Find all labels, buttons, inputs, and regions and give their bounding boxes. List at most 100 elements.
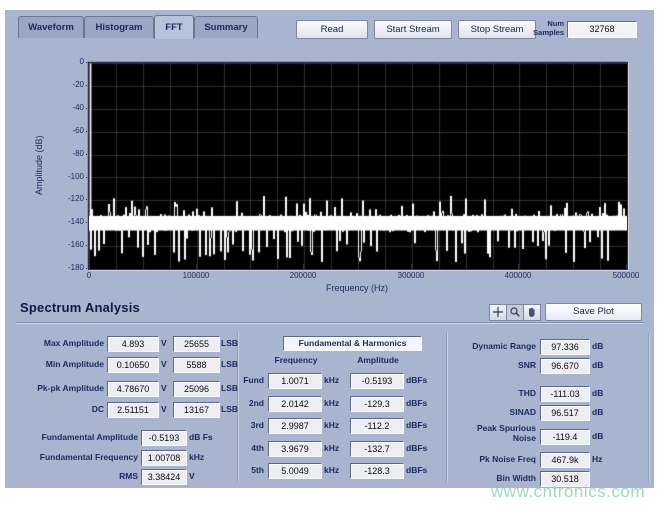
column-divider	[648, 332, 649, 482]
pan-tool-button[interactable]	[523, 304, 541, 321]
harmonic-frequency: 1.0071	[268, 373, 322, 389]
unit-label: LSB	[221, 356, 238, 372]
fundamental-amplitude-value: -0.5193	[141, 430, 187, 446]
save-plot-button[interactable]: Save Plot	[545, 303, 642, 321]
unit-label: LSB	[221, 380, 238, 396]
tab-summary[interactable]: Summary	[194, 16, 258, 38]
y-tick: -160	[56, 240, 84, 249]
unit-label: kHz	[324, 440, 339, 456]
unit-label: LSB	[221, 335, 238, 351]
stat-label: Max Amplitude	[16, 336, 104, 350]
metric-label: THD	[440, 386, 536, 400]
stat-value-volts: 4.78670	[107, 381, 159, 397]
start-stream-button[interactable]: Start Stream	[374, 20, 452, 39]
harmonic-name: 4th	[238, 441, 264, 455]
stat-value-volts: 4.893	[107, 336, 159, 352]
unit-label: V	[161, 356, 167, 372]
section-divider	[16, 322, 644, 323]
harmonic-amplitude: -0.5193	[350, 373, 404, 389]
unit-label: dBFs	[406, 417, 427, 433]
harmonic-amplitude: -132.7	[350, 441, 404, 457]
fft-plot-canvas	[89, 63, 627, 269]
unit-label: dB	[592, 357, 603, 373]
y-tick: 0	[56, 57, 84, 66]
unit-label: kHz	[324, 462, 339, 478]
harmonic-frequency: 5.0049	[268, 463, 322, 479]
metric-value: 97.336	[540, 339, 590, 355]
magnifier-icon	[507, 306, 523, 318]
tab-fft[interactable]: FFT	[154, 15, 194, 39]
x-tick: 0	[59, 271, 119, 280]
stat-label: Pk-pk Amplitude	[16, 381, 104, 395]
fundamental-frequency-label: Fundamental Frequency	[16, 450, 138, 464]
unit-label: dBFs	[406, 372, 427, 388]
unit-label: V	[161, 401, 167, 417]
crosshair-icon	[490, 306, 506, 318]
unit-label: kHz	[189, 449, 204, 465]
unit-label: V	[161, 380, 167, 396]
tab-waveform[interactable]: Waveform	[18, 16, 84, 38]
tab-histogram[interactable]: Histogram	[84, 16, 154, 38]
unit-label: dB	[592, 338, 603, 354]
zoom-tool-button[interactable]	[506, 304, 524, 321]
unit-label: dBFs	[406, 440, 427, 456]
harmonic-name: 3rd	[238, 418, 264, 432]
harmonic-frequency: 2.0142	[268, 396, 322, 412]
stat-value-lsb: 5588	[173, 357, 220, 373]
metric-value: -111.03	[540, 386, 590, 402]
unit-label: Hz	[592, 451, 602, 467]
frequency-column-header: Frequency	[268, 355, 324, 365]
watermark: www.cntronics.com	[491, 482, 645, 502]
fft-plot[interactable]	[88, 62, 628, 270]
rms-value: 3.38424	[141, 469, 187, 485]
harmonic-name: Fund	[238, 373, 264, 387]
x-tick: 400000	[488, 271, 548, 280]
harmonic-amplitude: -128.3	[350, 463, 404, 479]
fundamental-frequency-value: 1.00708	[141, 450, 187, 466]
y-tick: -120	[56, 194, 84, 203]
x-axis-label: Frequency (Hz)	[277, 283, 437, 293]
metric-label: SINAD	[440, 405, 536, 419]
cursor-tool-button[interactable]	[489, 304, 507, 321]
num-samples-input[interactable]: 32768	[567, 21, 637, 38]
unit-label: V	[189, 468, 195, 484]
section-title: Spectrum Analysis	[20, 300, 140, 315]
unit-label: kHz	[324, 417, 339, 433]
stat-value-lsb: 25096	[173, 381, 220, 397]
amplitude-column-header: Amplitude	[350, 355, 406, 365]
harmonic-name: 5th	[238, 463, 264, 477]
x-tick: 100000	[166, 271, 226, 280]
y-tick: -80	[56, 149, 84, 158]
y-tick: -140	[56, 217, 84, 226]
unit-label: V	[161, 335, 167, 351]
y-tick: -40	[56, 103, 84, 112]
unit-label: dB	[592, 404, 603, 420]
metric-label: Peak Spurious Noise	[452, 423, 536, 443]
x-tick: 200000	[273, 271, 333, 280]
stat-value-lsb: 13167	[173, 402, 220, 418]
metric-label: Dynamic Range	[440, 339, 536, 353]
metric-value: 96.517	[540, 405, 590, 421]
y-tick: -60	[56, 126, 84, 135]
num-samples-label: Num Samples	[522, 19, 564, 37]
unit-label: dB Fs	[189, 429, 213, 445]
fundamental-amplitude-label: Fundamental Amplitude	[16, 430, 138, 444]
stat-label: DC	[16, 402, 104, 416]
x-tick: 500000	[596, 271, 656, 280]
hand-icon	[524, 306, 540, 318]
x-tick: 300000	[381, 271, 441, 280]
y-tick: -100	[56, 172, 84, 181]
unit-label: LSB	[221, 401, 238, 417]
metric-label: Pk Noise Freq	[440, 452, 536, 466]
stat-label: Min Amplitude	[16, 357, 104, 371]
y-axis-label: Amplitude (dB)	[34, 60, 48, 270]
unit-label: dBFs	[406, 395, 427, 411]
rms-label: RMS	[16, 469, 138, 483]
unit-label: kHz	[324, 372, 339, 388]
metric-label: SNR	[440, 358, 536, 372]
read-button[interactable]: Read	[296, 20, 368, 39]
stat-value-lsb: 25655	[173, 336, 220, 352]
harmonic-amplitude: -129.3	[350, 396, 404, 412]
stat-value-volts: 2.51151	[107, 402, 159, 418]
harmonic-name: 2nd	[238, 396, 264, 410]
